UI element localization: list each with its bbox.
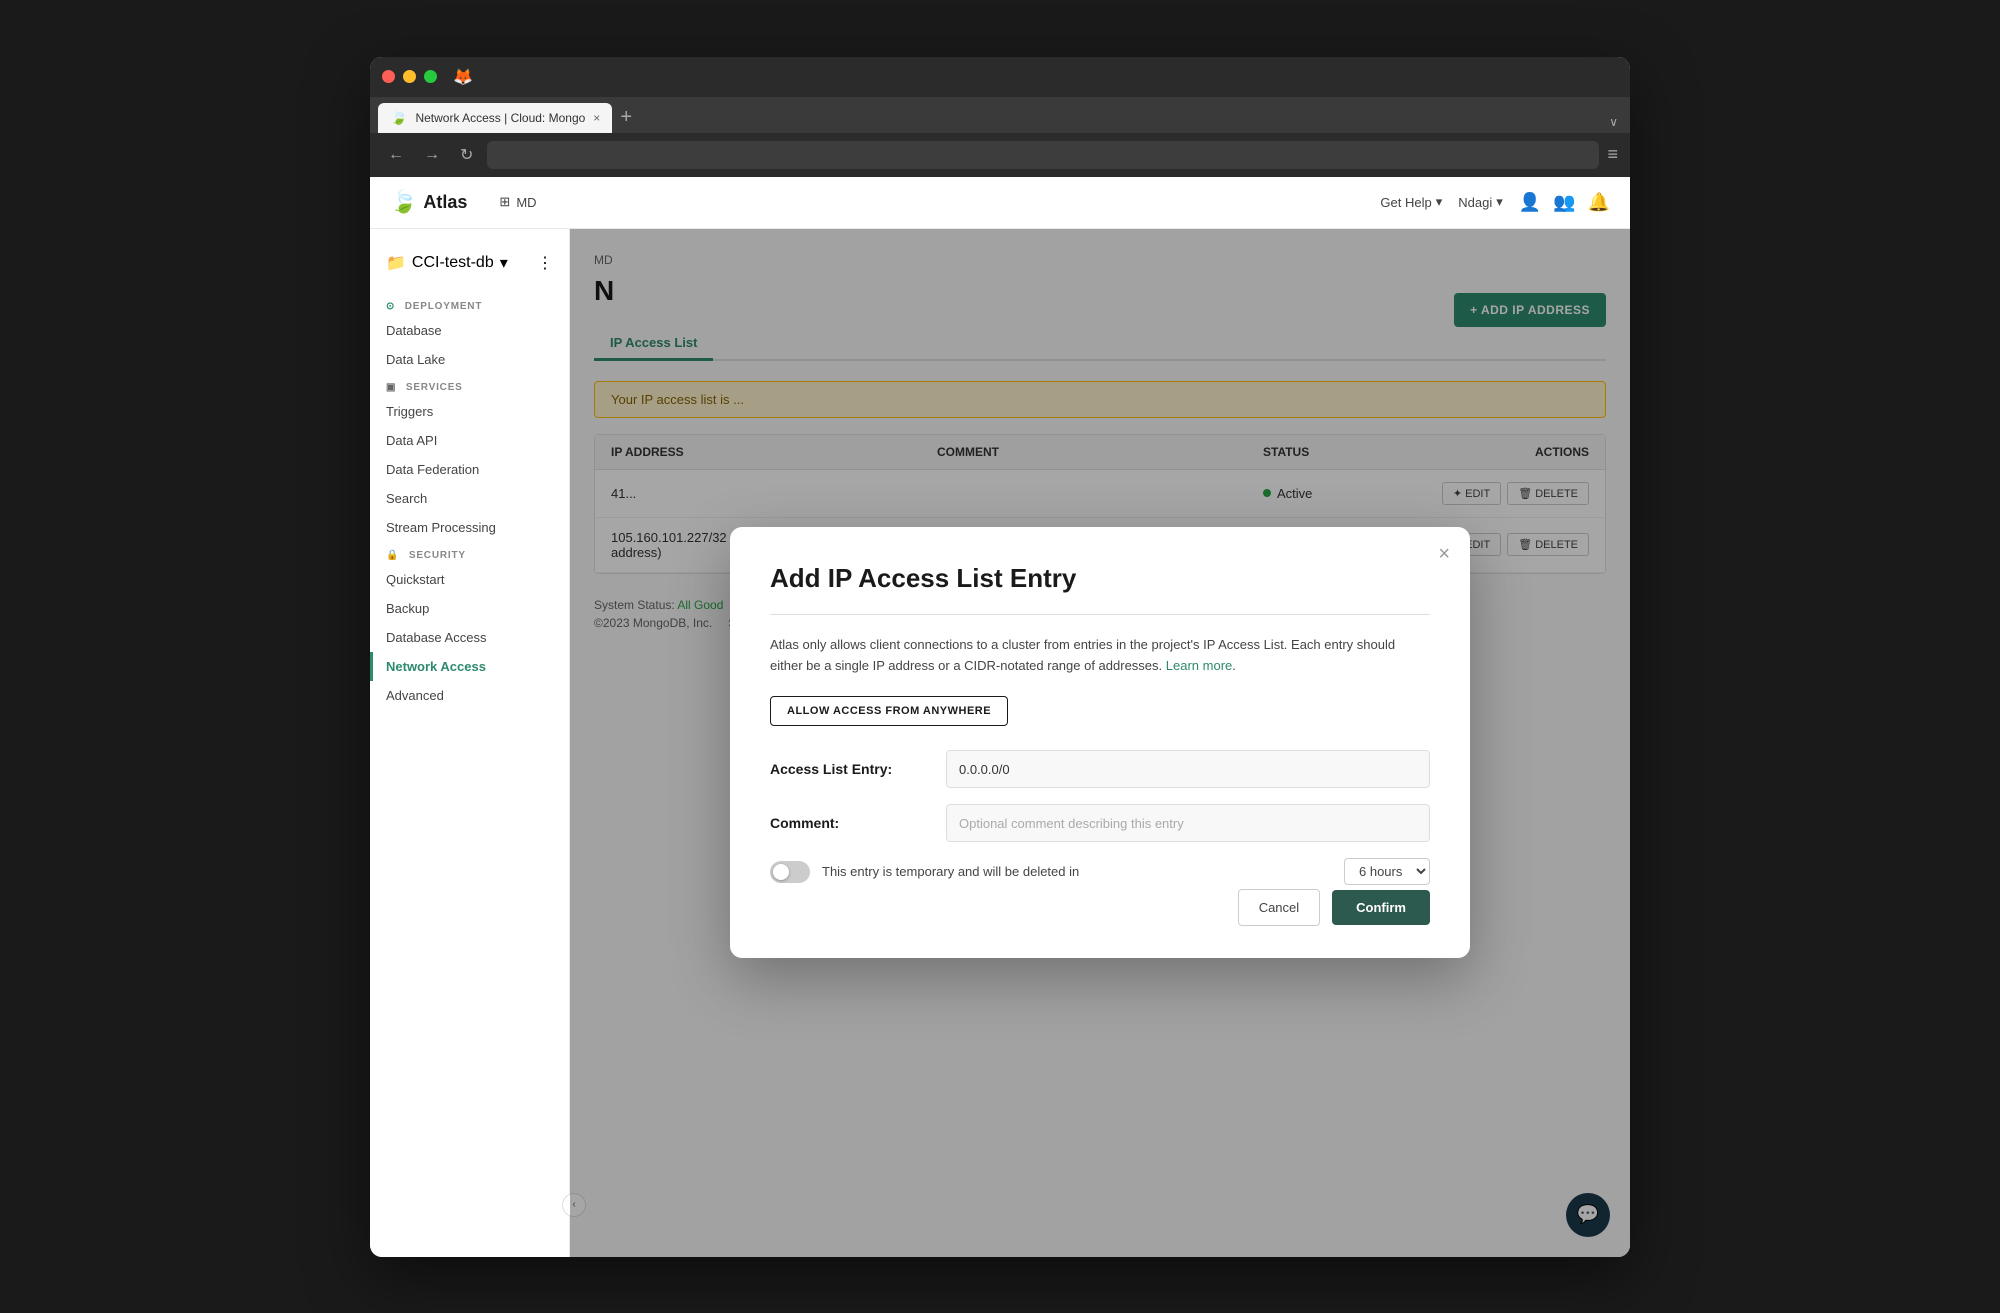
access-list-entry-input[interactable]	[946, 750, 1430, 788]
content-area: MD N IP Access List + ADD IP ADDRESS You…	[570, 229, 1630, 1257]
atlas-name: Atlas	[423, 192, 467, 213]
header-right: Get Help ▾ Ndagi ▾ 👤 👥 🔔	[1380, 192, 1610, 213]
database-label: Database	[386, 323, 442, 338]
team-icon[interactable]: 👥	[1553, 192, 1575, 213]
datafederation-label: Data Federation	[386, 462, 479, 477]
comment-label: Comment:	[770, 815, 930, 831]
active-tab[interactable]: 🍃 Network Access | Cloud: Mongo ×	[378, 103, 612, 133]
back-button[interactable]: ←	[382, 142, 410, 168]
stream-label: Stream Processing	[386, 520, 496, 535]
services-section-label: ▣ SERVICES	[370, 374, 569, 397]
sidebar-item-backup[interactable]: Backup	[370, 594, 569, 623]
cancel-button[interactable]: Cancel	[1238, 889, 1320, 926]
org-icon: ⊞	[499, 194, 510, 210]
get-help-button[interactable]: Get Help ▾	[1380, 194, 1442, 210]
project-chevron: ▾	[500, 253, 508, 273]
sidebar-item-triggers[interactable]: Triggers	[370, 397, 569, 426]
toggle-thumb	[773, 864, 789, 880]
user-menu-button[interactable]: Ndagi ▾	[1458, 194, 1503, 210]
temporary-toggle[interactable]	[770, 861, 810, 883]
new-tab-button[interactable]: +	[612, 103, 640, 133]
forward-button[interactable]: →	[418, 142, 446, 168]
browser-menu-button[interactable]: ≡	[1607, 144, 1618, 165]
search-label: Search	[386, 491, 427, 506]
modal-close-button[interactable]: ×	[1438, 543, 1450, 566]
refresh-button[interactable]: ↻	[454, 141, 479, 169]
get-help-label: Get Help	[1380, 195, 1431, 210]
org-name: MD	[516, 195, 536, 210]
networkaccess-label: Network Access	[386, 659, 486, 674]
sidebar-item-networkaccess[interactable]: Network Access	[370, 652, 569, 681]
invite-user-icon[interactable]: 👤	[1519, 192, 1541, 213]
project-name: CCI-test-db	[412, 254, 494, 272]
user-chevron: ▾	[1496, 194, 1503, 210]
security-icon: 🔒	[386, 550, 399, 561]
folder-icon: 📁	[386, 253, 406, 273]
header-icons: 👤 👥 🔔	[1519, 192, 1610, 213]
confirm-button[interactable]: Confirm	[1332, 890, 1430, 925]
advanced-label: Advanced	[386, 688, 444, 703]
learn-more-link[interactable]: Learn more	[1166, 658, 1232, 673]
services-icon: ▣	[386, 382, 396, 393]
comment-input[interactable]	[946, 804, 1430, 842]
triggers-label: Triggers	[386, 404, 433, 419]
address-bar[interactable]	[487, 141, 1599, 169]
navigation-bar: ← → ↻ ≡	[370, 133, 1630, 177]
sidebar-item-datalake[interactable]: Data Lake	[370, 345, 569, 374]
deployment-icon: ⊙	[386, 301, 395, 312]
access-list-entry-row: Access List Entry:	[770, 750, 1430, 788]
dataapi-label: Data API	[386, 433, 437, 448]
main-area: 📁 CCI-test-db ▾ ⋮ ⊙ DEPLOYMENT Database …	[370, 229, 1630, 1257]
user-name-label: Ndagi	[1458, 195, 1492, 210]
tab-overflow-button[interactable]: ∨	[1605, 111, 1622, 133]
temporary-label: This entry is temporary and will be dele…	[822, 864, 1332, 879]
tab-bar: 🍃 Network Access | Cloud: Mongo × + ∨	[370, 97, 1630, 133]
atlas-leaf-icon: 🍃	[390, 189, 417, 215]
sidebar-item-quickstart[interactable]: Quickstart	[370, 565, 569, 594]
project-options-icon[interactable]: ⋮	[537, 253, 553, 273]
modal-title: Add IP Access List Entry	[770, 563, 1430, 594]
atlas-logo: 🍃 Atlas	[390, 189, 467, 215]
tab-title: Network Access | Cloud: Mongo	[415, 111, 585, 125]
get-help-chevron: ▾	[1436, 194, 1443, 210]
modal-description: Atlas only allows client connections to …	[770, 635, 1430, 677]
deployment-section-label: ⊙ DEPLOYMENT	[370, 293, 569, 316]
sidebar-item-dataapi[interactable]: Data API	[370, 426, 569, 455]
maximize-traffic-light[interactable]	[424, 70, 437, 83]
comment-row: Comment:	[770, 804, 1430, 842]
title-bar: 🦊	[370, 57, 1630, 97]
allow-anywhere-button[interactable]: ALLOW ACCESS FROM ANYWHERE	[770, 696, 1008, 726]
tab-close-button[interactable]: ×	[593, 111, 600, 125]
temporary-entry-row: This entry is temporary and will be dele…	[770, 858, 1430, 885]
org-selector[interactable]: ⊞ MD	[499, 194, 536, 210]
modal-dialog: Add IP Access List Entry × Atlas only al…	[730, 527, 1470, 959]
sidebar: 📁 CCI-test-db ▾ ⋮ ⊙ DEPLOYMENT Database …	[370, 229, 570, 1257]
project-selector[interactable]: 📁 CCI-test-db ▾ ⋮	[370, 245, 569, 281]
sidebar-item-search[interactable]: Search	[370, 484, 569, 513]
notifications-icon[interactable]: 🔔	[1588, 192, 1610, 213]
sidebar-item-databaseaccess[interactable]: Database Access	[370, 623, 569, 652]
databaseaccess-label: Database Access	[386, 630, 486, 645]
sidebar-item-stream[interactable]: Stream Processing	[370, 513, 569, 542]
modal-divider	[770, 614, 1430, 615]
backup-label: Backup	[386, 601, 429, 616]
sidebar-item-datafederation[interactable]: Data Federation	[370, 455, 569, 484]
app-header: 🍃 Atlas ⊞ MD Get Help ▾ Ndagi ▾ 👤 👥	[370, 177, 1630, 229]
datalake-label: Data Lake	[386, 352, 445, 367]
tab-favicon: 🍃	[390, 109, 407, 126]
modal-actions: Cancel Confirm	[770, 889, 1430, 926]
sidebar-item-advanced[interactable]: Advanced	[370, 681, 569, 710]
modal-overlay[interactable]: Add IP Access List Entry × Atlas only al…	[570, 229, 1630, 1257]
hours-select[interactable]: 6 hours	[1344, 858, 1430, 885]
entry-label: Access List Entry:	[770, 761, 930, 777]
browser-icon: 🦊	[453, 67, 473, 87]
minimize-traffic-light[interactable]	[403, 70, 416, 83]
app-container: 🍃 Atlas ⊞ MD Get Help ▾ Ndagi ▾ 👤 👥	[370, 177, 1630, 1257]
security-section-label: 🔒 SECURITY	[370, 542, 569, 565]
sidebar-item-database[interactable]: Database	[370, 316, 569, 345]
close-traffic-light[interactable]	[382, 70, 395, 83]
quickstart-label: Quickstart	[386, 572, 445, 587]
